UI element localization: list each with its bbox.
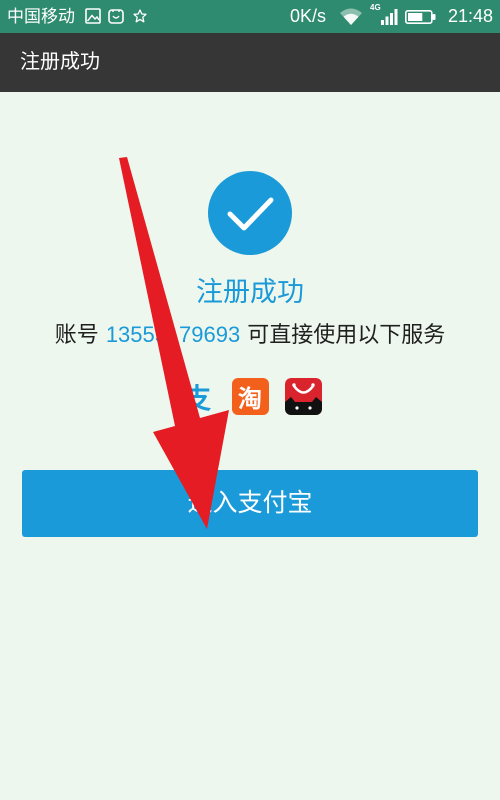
enter-alipay-button[interactable]: 进入支付宝	[22, 470, 478, 537]
alipay-glyph: 支	[182, 382, 211, 414]
account-number-start: 13555	[105, 322, 167, 347]
signal-bar	[390, 13, 393, 25]
status-bar: 中国移动 0K/s 4G 21:48	[0, 0, 500, 33]
clock-time: 21:48	[447, 6, 493, 26]
taobao-icon: 淘	[231, 378, 269, 415]
signal-bar	[394, 9, 398, 25]
signal-icon	[380, 8, 398, 25]
alipay-icon: 支	[179, 378, 216, 415]
taobao-glyph: 淘	[238, 386, 262, 413]
app-notification-icon	[108, 8, 124, 24]
signal-bar	[381, 20, 384, 25]
account-number-end: 79693	[179, 322, 241, 347]
service-icons: 支 淘	[0, 378, 500, 415]
battery-fill	[408, 13, 423, 21]
carrier-name: 中国移动	[7, 7, 75, 26]
page-title: 注册成功	[20, 51, 100, 73]
services-text: 可直接使用以下服务	[247, 322, 446, 347]
tmall-icon	[284, 378, 322, 415]
title-bar: 注册成功	[0, 33, 500, 92]
net-speed: 0K/s	[290, 6, 327, 26]
gallery-icon	[85, 8, 101, 24]
account-number: 13555 79693	[106, 321, 240, 349]
success-heading: 注册成功	[196, 277, 304, 307]
star-icon	[133, 9, 147, 23]
battery-icon	[405, 10, 436, 24]
account-info: 账号 13555 79693 可直接使用以下服务	[0, 321, 500, 349]
check-circle-icon	[208, 171, 292, 255]
signal-bar	[385, 16, 389, 25]
account-label: 账号	[54, 322, 99, 347]
account-number-obscured	[167, 321, 179, 349]
wifi-icon	[339, 7, 363, 26]
